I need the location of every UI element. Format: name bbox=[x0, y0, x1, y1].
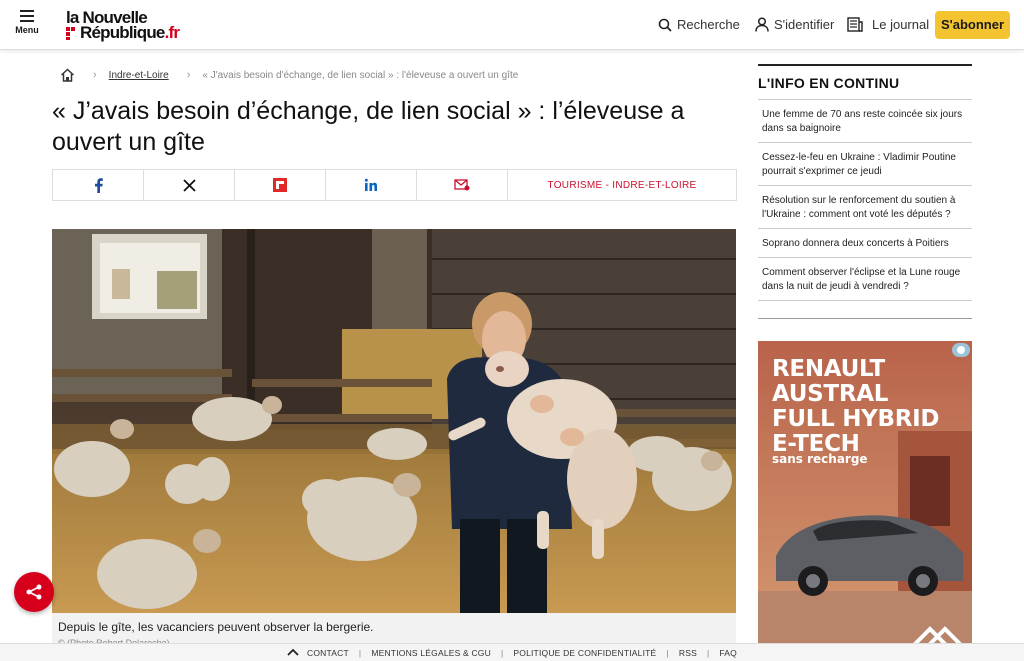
journal-label: Le journal bbox=[872, 17, 930, 32]
journal-button[interactable]: Le journal bbox=[847, 17, 929, 32]
ad-subline: sans recharge bbox=[772, 452, 868, 466]
home-icon[interactable] bbox=[60, 68, 75, 82]
share-fab-button[interactable] bbox=[14, 572, 54, 612]
news-feed-title: L'INFO EN CONTINU bbox=[758, 64, 972, 100]
search-label: Recherche bbox=[677, 17, 740, 32]
hamburger-icon bbox=[20, 10, 34, 22]
login-label: S'identifier bbox=[774, 17, 835, 32]
renault-ad[interactable]: RENAULT AUSTRAL FULL HYBRID E-TECH sans … bbox=[758, 341, 972, 646]
news-feed-item[interactable]: Résolution sur le renforcement du soutie… bbox=[758, 186, 972, 229]
article-title: « J’avais besoin d’échange, de lien soci… bbox=[52, 97, 685, 156]
logo-mark-icon bbox=[66, 27, 76, 40]
share-facebook-button[interactable] bbox=[53, 170, 144, 200]
site-logo[interactable]: la Nouvelle République.fr bbox=[66, 9, 196, 43]
logo-line-2: République.fr bbox=[80, 23, 180, 42]
share-linkedin-button[interactable] bbox=[326, 170, 417, 200]
footer-link-rss[interactable]: RSS bbox=[679, 648, 697, 658]
ad-headline: RENAULT AUSTRAL FULL HYBRID E-TECH bbox=[772, 356, 940, 457]
email-icon bbox=[454, 179, 470, 191]
flipboard-icon bbox=[273, 178, 287, 192]
news-feed-item[interactable]: Cessez-le-feu en Ukraine : Vladimir Pout… bbox=[758, 143, 972, 186]
breadcrumb-section-link[interactable]: Indre-et-Loire bbox=[109, 70, 169, 81]
subscribe-button[interactable]: S'abonner bbox=[935, 11, 1010, 39]
site-footer: CONTACT | MENTIONS LÉGALES & CGU | POLIT… bbox=[0, 643, 1024, 661]
footer-link-faq[interactable]: FAQ bbox=[719, 648, 737, 658]
menu-button[interactable]: Menu bbox=[12, 10, 42, 35]
sheep-barn-illustration bbox=[52, 229, 736, 613]
caption-text: Depuis le gîte, les vacanciers peuvent o… bbox=[58, 620, 374, 634]
share-icon bbox=[26, 584, 42, 600]
search-icon bbox=[658, 18, 672, 32]
footer-link-contact[interactable]: CONTACT bbox=[307, 648, 349, 658]
menu-label: Menu bbox=[15, 25, 39, 35]
article-photo bbox=[52, 229, 736, 613]
news-feed-item[interactable]: Comment observer l'éclipse et la Lune ro… bbox=[758, 258, 972, 301]
newspaper-icon bbox=[847, 17, 863, 32]
search-button[interactable]: Recherche bbox=[658, 17, 740, 32]
news-feed-item[interactable]: Soprano donnera deux concerts à Poitiers bbox=[758, 229, 972, 258]
chevron-right-icon: › bbox=[186, 69, 191, 81]
breadcrumb-current: « J'avais besoin d'échange, de lien soci… bbox=[202, 69, 519, 81]
login-button[interactable]: S'identifier bbox=[755, 17, 834, 32]
share-email-button[interactable] bbox=[417, 170, 508, 200]
news-feed-sidebar: L'INFO EN CONTINU Une femme de 70 ans re… bbox=[758, 64, 972, 301]
footer-link-privacy[interactable]: POLITIQUE DE CONFIDENTIALITÉ bbox=[513, 648, 656, 658]
share-bar: TOURISME - INDRE-ET-LOIRE bbox=[52, 169, 737, 201]
share-x-button[interactable] bbox=[144, 170, 235, 200]
linkedin-icon bbox=[364, 178, 377, 191]
user-icon bbox=[755, 17, 769, 32]
site-header: Menu la Nouvelle République.fr Recherche… bbox=[0, 0, 1024, 50]
news-feed-item[interactable]: Une femme de 70 ans reste coincée six jo… bbox=[758, 100, 972, 143]
chevron-right-icon: › bbox=[93, 69, 97, 81]
divider bbox=[758, 318, 972, 319]
share-flipboard-button[interactable] bbox=[235, 170, 326, 200]
facebook-icon bbox=[94, 177, 103, 193]
x-icon bbox=[182, 178, 196, 192]
article-tag-link[interactable]: TOURISME - INDRE-ET-LOIRE bbox=[508, 170, 736, 200]
footer-link-legal[interactable]: MENTIONS LÉGALES & CGU bbox=[371, 648, 491, 658]
chevron-up-icon[interactable] bbox=[287, 648, 299, 658]
breadcrumb: › Indre-et-Loire › « J'avais besoin d'éc… bbox=[60, 68, 518, 82]
